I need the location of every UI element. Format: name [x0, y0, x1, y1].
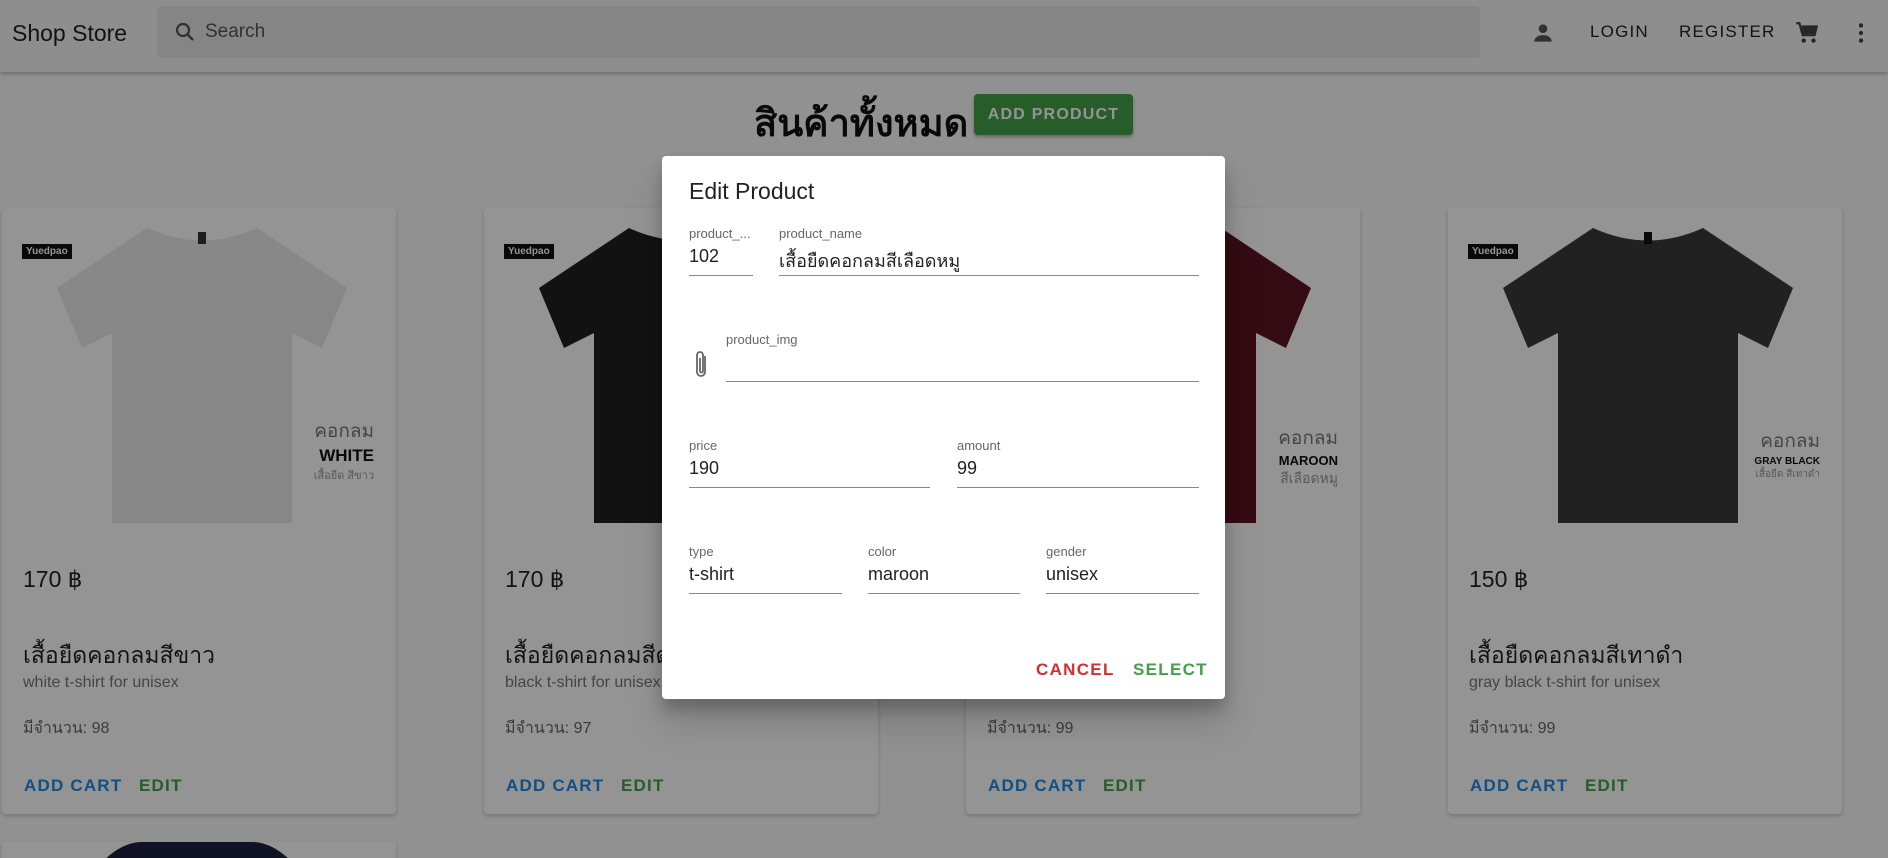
- price-field[interactable]: price 190: [689, 438, 930, 488]
- gender-label: gender: [1046, 544, 1087, 559]
- gender-field[interactable]: gender unisex: [1046, 544, 1199, 594]
- product-name-value[interactable]: เสื้อยืดคอกลมสีเลือดหมู: [779, 246, 960, 275]
- type-value[interactable]: t-shirt: [689, 564, 734, 585]
- color-value[interactable]: maroon: [868, 564, 929, 585]
- product-id-value[interactable]: 102: [689, 246, 719, 267]
- product-name-label: product_name: [779, 226, 863, 241]
- attach-file-icon[interactable]: [692, 350, 712, 380]
- type-field[interactable]: type t-shirt: [689, 544, 842, 594]
- product-img-label: product_img: [726, 332, 798, 347]
- product-id-field[interactable]: product_... 102: [689, 226, 753, 276]
- product-img-field[interactable]: product_img: [726, 332, 1199, 382]
- amount-field[interactable]: amount 99: [957, 438, 1199, 488]
- color-label: color: [868, 544, 897, 559]
- dialog-title: Edit Product: [689, 178, 815, 204]
- product-name-field[interactable]: product_name เสื้อยืดคอกลมสีเลือดหมู: [779, 226, 1199, 276]
- price-value[interactable]: 190: [689, 458, 719, 479]
- cancel-button[interactable]: CANCEL: [1036, 660, 1115, 680]
- amount-label: amount: [957, 438, 1001, 453]
- gender-value[interactable]: unisex: [1046, 564, 1098, 585]
- product-id-label: product_...: [689, 226, 751, 241]
- color-field[interactable]: color maroon: [868, 544, 1020, 594]
- amount-value[interactable]: 99: [957, 458, 977, 479]
- type-label: type: [689, 544, 714, 559]
- edit-product-dialog: Edit Product product_... 102 product_nam…: [662, 156, 1225, 699]
- select-button[interactable]: SELECT: [1133, 660, 1208, 680]
- price-label: price: [689, 438, 718, 453]
